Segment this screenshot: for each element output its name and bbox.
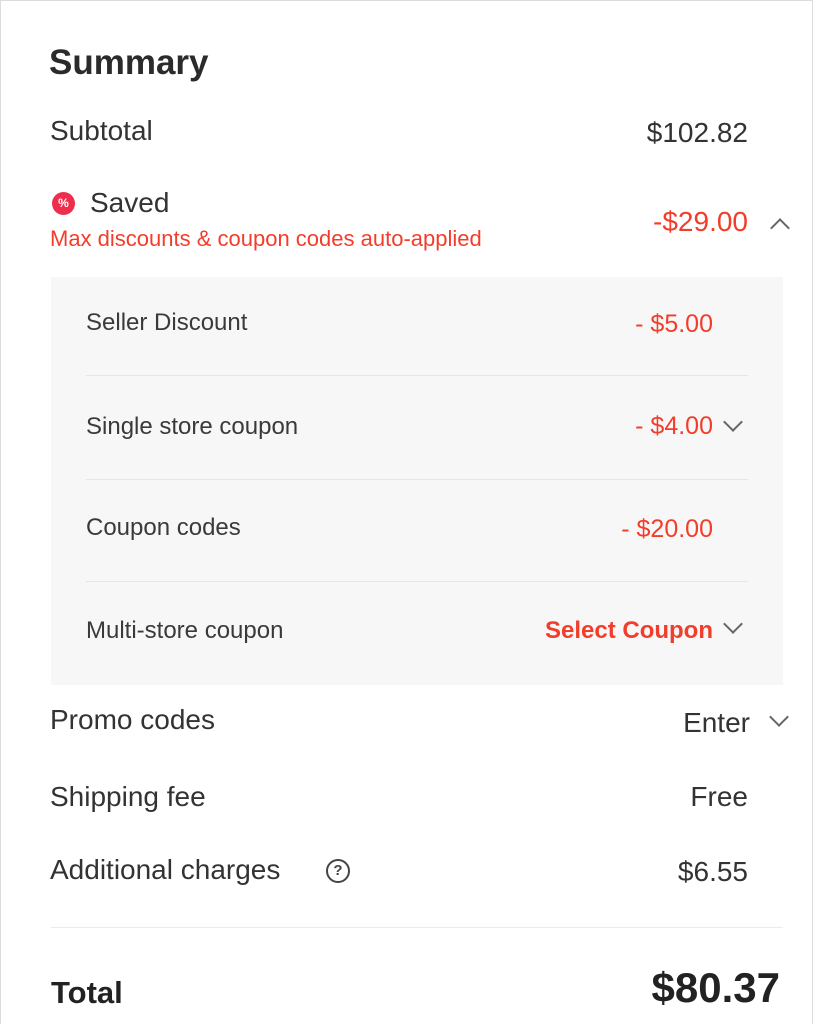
select-coupon-button[interactable]: Select Coupon — [545, 617, 713, 645]
subtotal-label: Subtotal — [50, 115, 153, 146]
promo-codes-label: Promo codes — [50, 704, 215, 735]
seller-discount-value: - $5.00 — [635, 310, 713, 338]
chevron-down-icon[interactable] — [723, 614, 743, 634]
discount-breakdown: Seller Discount - $5.00 Single store cou… — [51, 277, 783, 685]
divider — [86, 375, 748, 376]
single-store-coupon-value[interactable]: - $4.00 — [635, 412, 713, 441]
percent-badge-icon: % — [52, 192, 75, 215]
coupon-codes-label: Coupon codes — [86, 514, 241, 541]
order-summary-panel: Summary Subtotal $102.82 % Saved Max dis… — [0, 0, 813, 1024]
additional-charges-value: $6.55 — [677, 856, 748, 887]
shipping-fee-label: Shipping fee — [50, 781, 206, 812]
subtotal-value: $102.82 — [646, 117, 748, 148]
chevron-down-icon[interactable] — [769, 707, 789, 727]
help-icon[interactable]: ? — [326, 859, 350, 883]
promo-codes-enter-button[interactable]: Enter — [683, 707, 750, 739]
saved-label: Saved — [90, 187, 170, 218]
total-value: $80.37 — [651, 964, 780, 1011]
multi-store-coupon-label: Multi-store coupon — [86, 617, 284, 644]
saved-note: Max discounts & coupon codes auto-applie… — [50, 226, 482, 251]
divider — [86, 581, 748, 582]
divider — [86, 479, 748, 480]
chevron-down-icon[interactable] — [723, 412, 743, 432]
divider — [51, 927, 783, 928]
additional-charges-label: Additional charges — [50, 854, 281, 885]
saved-value[interactable]: -$29.00 — [653, 206, 748, 238]
single-store-coupon-label: Single store coupon — [86, 413, 299, 440]
summary-title: Summary — [49, 43, 209, 82]
seller-discount-label: Seller Discount — [86, 309, 248, 336]
shipping-fee-value: Free — [690, 781, 748, 812]
total-label: Total — [51, 975, 123, 1010]
chevron-up-icon[interactable] — [770, 218, 790, 238]
coupon-codes-value: - $20.00 — [621, 515, 713, 543]
